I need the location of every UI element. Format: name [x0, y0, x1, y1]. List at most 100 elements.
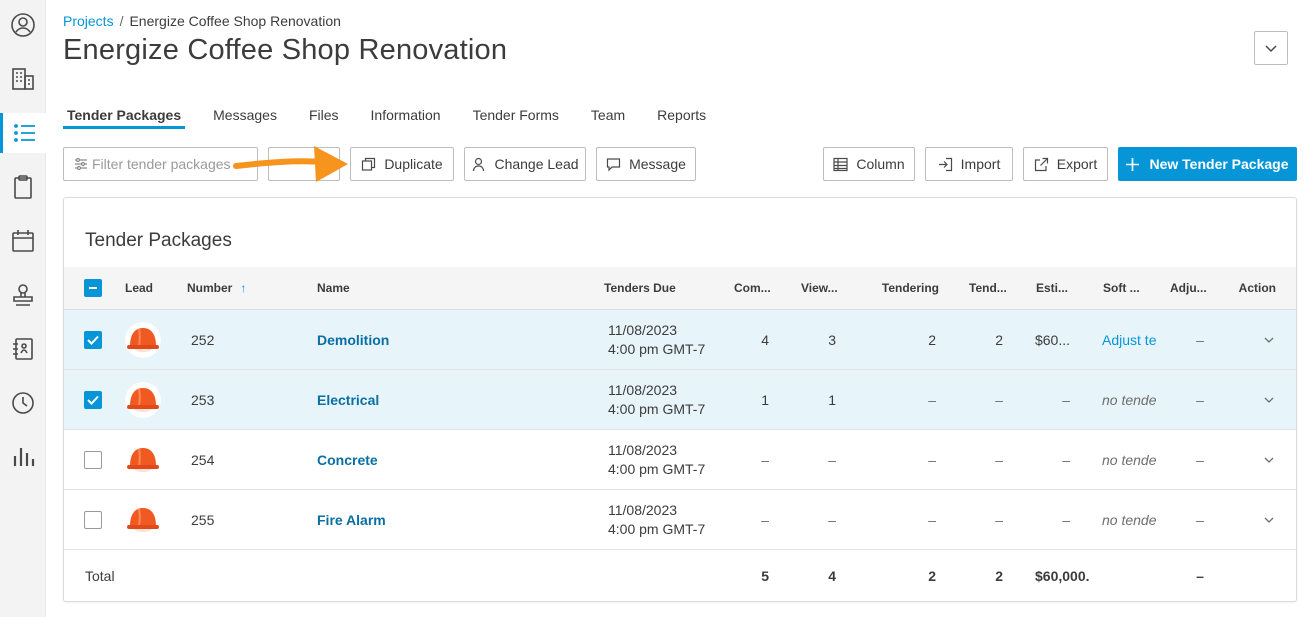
hard-hat-avatar-icon[interactable] [125, 441, 161, 478]
building-icon[interactable] [0, 59, 46, 99]
tab-team[interactable]: Team [587, 102, 629, 129]
header-name[interactable]: Name [317, 267, 437, 309]
package-name-link[interactable]: Concrete [317, 452, 378, 468]
header-soft[interactable]: Soft ... [1103, 267, 1153, 309]
select-all-checkbox[interactable] [84, 279, 102, 297]
clock-icon[interactable] [0, 383, 46, 423]
header-lead[interactable]: Lead [125, 267, 175, 309]
chevron-down-icon[interactable] [1263, 396, 1275, 404]
import-button[interactable]: Import [925, 147, 1013, 181]
bar-chart-icon[interactable] [0, 437, 46, 477]
column-button[interactable]: Column [823, 147, 915, 181]
filter-field[interactable] [63, 147, 258, 181]
export-label: Export [1056, 156, 1098, 172]
new-tender-package-button[interactable]: New Tender Package [1118, 147, 1297, 181]
row-action [1254, 370, 1284, 429]
tender-packages-table: Lead Number ↑ Name Tenders Due Com... Vi… [64, 267, 1296, 602]
row-tend: 2 [995, 331, 1003, 348]
row-adju: – [1196, 331, 1204, 348]
duplicate-button[interactable]: Duplicate [350, 147, 454, 181]
list-icon[interactable] [0, 113, 46, 153]
tab-reports[interactable]: Reports [653, 102, 710, 129]
package-name-link[interactable]: Demolition [317, 332, 389, 348]
header-esti[interactable]: Esti... [1036, 267, 1076, 309]
row-select-cell [82, 430, 104, 489]
filter-sliders-icon [75, 157, 87, 171]
row-checkbox[interactable] [84, 450, 102, 469]
total-tendering: 2 [928, 568, 936, 584]
due-date: 11/08/2023 [608, 321, 678, 338]
header-tend[interactable]: Tend... [969, 267, 1009, 309]
total-adju: – [1196, 568, 1204, 584]
tender-packages-card: Tender Packages Lead Number ↑ Name Tende… [63, 197, 1297, 602]
header-tenders-due[interactable]: Tenders Due [604, 267, 714, 309]
header-number[interactable]: Number ↑ [187, 267, 307, 309]
breadcrumb-projects-link[interactable]: Projects [63, 13, 114, 29]
chevron-down-icon[interactable] [1263, 336, 1275, 344]
stamp-icon[interactable] [0, 275, 46, 315]
hard-hat-avatar-icon[interactable] [125, 501, 161, 538]
row-adju: – [1196, 451, 1204, 468]
hidden-action-button[interactable] [268, 147, 340, 181]
row-checkbox[interactable] [84, 510, 102, 529]
soft-status: no tende [1102, 451, 1157, 468]
table-row[interactable]: 253 Electrical 11/08/2023 4:00 pm GMT-7 … [64, 370, 1296, 430]
user-circle-icon[interactable] [0, 5, 46, 45]
row-tend: – [995, 511, 1003, 528]
tab-tender-forms[interactable]: Tender Forms [469, 102, 563, 129]
row-due: 11/08/2023 4:00 pm GMT-7 [608, 490, 728, 549]
breadcrumb-current: Energize Coffee Shop Renovation [129, 13, 341, 29]
row-tend: – [995, 451, 1003, 468]
tab-information[interactable]: Information [367, 102, 445, 129]
row-number: 254 [191, 451, 215, 468]
project-menu-button[interactable] [1254, 31, 1288, 65]
row-due: 11/08/2023 4:00 pm GMT-7 [608, 370, 728, 429]
total-com: 5 [761, 568, 769, 584]
table-row[interactable]: 252 Demolition 11/08/2023 4:00 pm GMT-7 … [64, 310, 1296, 370]
package-name-link[interactable]: Fire Alarm [317, 512, 386, 528]
tab-messages[interactable]: Messages [209, 102, 281, 129]
row-name: Electrical [317, 370, 517, 429]
header-com[interactable]: Com... [734, 267, 774, 309]
row-action [1254, 310, 1284, 369]
header-adju[interactable]: Adju... [1170, 267, 1220, 309]
hard-hat-avatar-icon[interactable] [125, 321, 161, 358]
table-row[interactable]: 255 Fire Alarm 11/08/2023 4:00 pm GMT-7 … [64, 490, 1296, 550]
row-esti: $60... [1034, 331, 1070, 348]
address-book-icon[interactable] [0, 329, 46, 369]
tab-tender-packages[interactable]: Tender Packages [63, 102, 186, 129]
row-tendering: – [928, 511, 936, 528]
row-soft: no tende [1102, 430, 1160, 489]
change-lead-button[interactable]: Change Lead [464, 147, 586, 181]
total-tend: 2 [995, 568, 1003, 584]
calendar-icon[interactable] [0, 221, 46, 261]
due-date: 11/08/2023 [608, 441, 678, 458]
table-total-row: Total 5 4 2 2 $60,000. – [64, 550, 1296, 602]
due-date: 11/08/2023 [608, 501, 678, 518]
filter-input[interactable] [92, 156, 242, 172]
row-name: Demolition [317, 310, 517, 369]
select-all-cell [82, 267, 104, 309]
package-name-link[interactable]: Electrical [317, 392, 379, 408]
due-time: 4:00 pm GMT-7 [608, 400, 706, 417]
header-view[interactable]: View... [801, 267, 841, 309]
clipboard-icon[interactable] [0, 167, 46, 207]
soft-status[interactable]: Adjust te [1102, 332, 1156, 348]
table-row[interactable]: 254 Concrete 11/08/2023 4:00 pm GMT-7 – … [64, 430, 1296, 490]
due-time: 4:00 pm GMT-7 [608, 520, 706, 537]
hard-hat-avatar-icon[interactable] [125, 381, 161, 418]
message-button[interactable]: Message [596, 147, 696, 181]
row-checkbox[interactable] [84, 390, 102, 409]
row-action [1254, 490, 1284, 549]
card-title: Tender Packages [85, 230, 232, 251]
chevron-down-icon[interactable] [1263, 456, 1275, 464]
header-action: Action [1238, 281, 1276, 295]
row-due: 11/08/2023 4:00 pm GMT-7 [608, 310, 728, 369]
header-tendering[interactable]: Tendering [864, 267, 939, 309]
lead-avatar-cell [125, 490, 165, 549]
chevron-down-icon[interactable] [1263, 516, 1275, 524]
export-button[interactable]: Export [1023, 147, 1108, 181]
header-number-label: Number [187, 281, 233, 295]
row-checkbox[interactable] [84, 330, 102, 349]
tab-files[interactable]: Files [305, 102, 343, 129]
